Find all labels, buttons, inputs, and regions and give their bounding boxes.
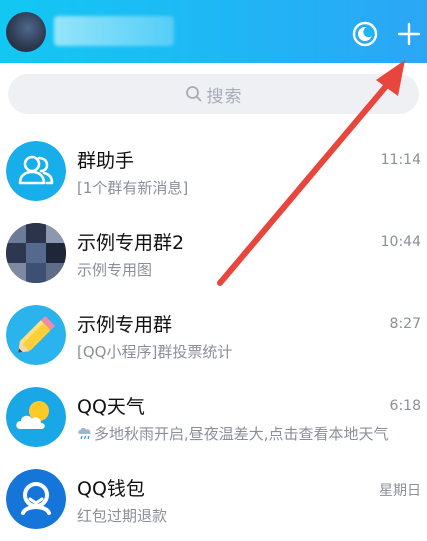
conversation-item-group-2[interactable]: 示例专用群2 示例专用图 10:44 [0, 213, 427, 295]
rain-cloud-icon [78, 427, 92, 440]
conversation-preview: 红包过期退款 [77, 507, 168, 525]
weather-icon [6, 387, 66, 447]
conversation-time: 11:14 [380, 152, 421, 168]
user-avatar[interactable] [6, 12, 46, 52]
pencil-icon [6, 305, 66, 365]
conversation-preview: [QQ小程序]群投票统计 [77, 343, 233, 361]
conversation-time: 8:27 [389, 316, 421, 332]
search-area: 搜索 [0, 63, 427, 131]
conversation-item-qq-wallet[interactable]: QQ钱包 红包过期退款 星期日 [0, 459, 427, 541]
conversation-title: 示例专用群 [77, 314, 173, 336]
conversation-title: QQ天气 [77, 396, 145, 418]
search-input[interactable]: 搜索 [8, 74, 419, 114]
search-placeholder: 搜索 [206, 86, 243, 107]
conversation-preview: 多地秋雨开启,昼夜温差大,点击查看本地天气 [77, 423, 389, 444]
nickname [54, 16, 174, 46]
conversation-item-group[interactable]: 示例专用群 [QQ小程序]群投票统计 8:27 [0, 295, 427, 377]
moon-icon[interactable] [352, 21, 378, 47]
conversation-time: 6:18 [389, 398, 421, 414]
plus-icon[interactable] [396, 21, 422, 47]
conversation-time: 星期日 [379, 483, 421, 499]
conversation-list: 群助手 [1个群有新消息] 11:14 示例专用群2 示例专用图 10:44 示… [0, 131, 427, 541]
top-bar [0, 0, 427, 63]
conversation-time: 10:44 [380, 234, 421, 250]
conversation-title: QQ钱包 [77, 478, 145, 500]
search-icon [185, 86, 201, 102]
wallet-icon [6, 469, 66, 529]
group-assistant-icon [6, 141, 66, 201]
conversation-item-group-assistant[interactable]: 群助手 [1个群有新消息] 11:14 [0, 131, 427, 213]
conversation-title: 群助手 [77, 150, 135, 172]
conversation-title: 示例专用群2 [77, 232, 185, 254]
conversation-preview: [1个群有新消息] [77, 179, 189, 197]
group-avatar [6, 223, 66, 283]
conversation-item-qq-weather[interactable]: QQ天气 多地秋雨开启,昼夜温差大,点击查看本地天气 6:18 [0, 377, 427, 459]
conversation-preview-text: 多地秋雨开启,昼夜温差大,点击查看本地天气 [94, 425, 389, 443]
conversation-preview: 示例专用图 [77, 261, 153, 279]
